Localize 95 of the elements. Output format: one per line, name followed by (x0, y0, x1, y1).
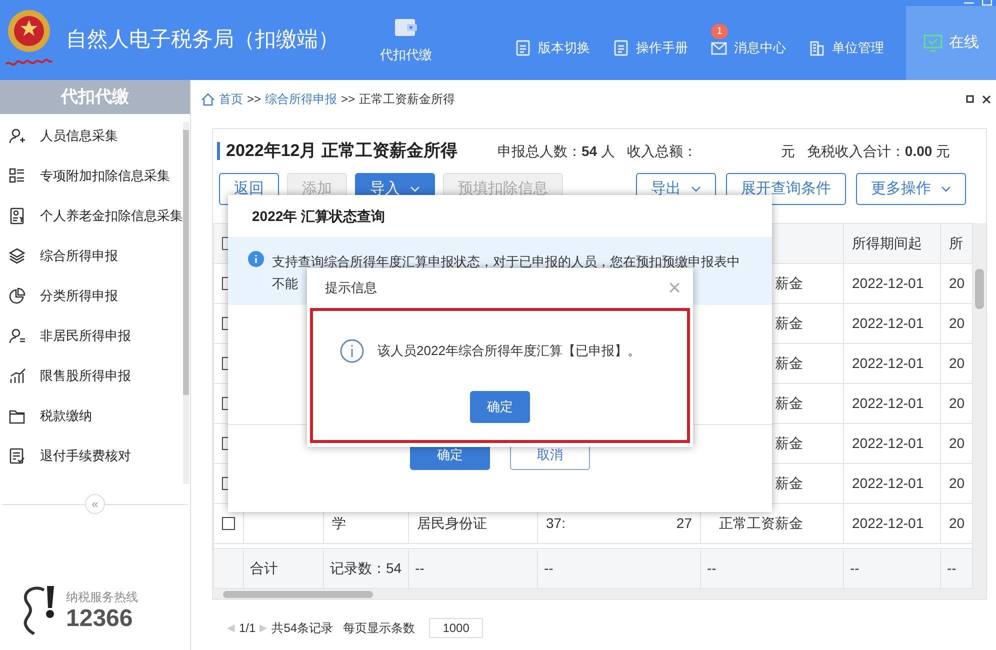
column-header: 所得期间起 (852, 235, 922, 251)
close-button[interactable]: × (668, 277, 681, 299)
document-icon (612, 39, 630, 57)
breadcrumb-text: >> (341, 91, 356, 108)
table-cell: 2022-12-01 (852, 315, 924, 331)
sidebar-item[interactable]: 分类所得申报 (0, 276, 183, 316)
close-icon[interactable] (982, 94, 991, 104)
confirm-button[interactable]: 确定 (470, 391, 530, 423)
sidebar-item[interactable]: 限售股所得申报 (0, 356, 183, 396)
table-cell: 薪金 (775, 275, 803, 291)
total-cell: -- (707, 560, 716, 576)
breadcrumb-link[interactable]: 首页 (219, 90, 243, 108)
table-cell: 薪金 (775, 355, 803, 371)
header-action[interactable]: 单位管理 (808, 38, 884, 58)
sidebar-item[interactable]: 人员信息采集 (0, 116, 183, 156)
total-cell: -- (415, 560, 424, 576)
table-cell: 学 (332, 515, 346, 531)
table-cell: 薪金 (775, 475, 803, 491)
page-indicator: 1/1 (239, 620, 256, 637)
info-icon (248, 251, 264, 267)
table-cell: 居民身份证 (417, 515, 487, 531)
restore-icon[interactable] (966, 95, 974, 103)
header-action[interactable]: 消息中心 (710, 38, 786, 58)
income-label: 收入总额： (626, 142, 697, 160)
table-cell: 2022-12-01 (852, 275, 924, 291)
tax-free-total: 免税收入合计：0.00 元 (806, 142, 950, 160)
table-cell: 正常工资薪金 (719, 515, 803, 531)
table-cell: 薪金 (775, 435, 803, 451)
pie-chart-icon (8, 287, 26, 305)
table-cell: 薪金 (775, 315, 803, 331)
dialog-title: 提示信息 (325, 279, 377, 298)
app-title: 自然人电子税务局（扣缴端） (66, 27, 339, 54)
total-cell: 合计 (250, 560, 278, 576)
monitor-check-icon (923, 34, 943, 52)
dialog-title: 2022年 汇算状态查询 (252, 206, 386, 226)
table-cell: 2022-12-01 (852, 355, 924, 371)
breadcrumb-link[interactable]: 综合所得申报 (265, 90, 338, 108)
breadcrumb-text: 正常工资薪金所得 (359, 91, 456, 108)
table-cell: 20 (949, 475, 965, 491)
home-icon[interactable] (201, 92, 215, 106)
collapse-button[interactable]: « (85, 494, 105, 514)
total-people: 申报总人数：54 人 (497, 142, 615, 160)
sidebar-item[interactable]: 非居民所得申报 (0, 316, 183, 356)
checklist-icon (8, 447, 26, 465)
record-count: 共54条记录 (272, 620, 334, 637)
bar-chart-icon (8, 367, 26, 385)
info-text: 不能 (272, 275, 298, 293)
table-cell: 20 (949, 315, 965, 331)
table-cell: 2022-12-01 (852, 475, 924, 491)
online-status[interactable]: 在线 (906, 6, 996, 80)
total-cell: -- (850, 560, 860, 576)
sidebar-item[interactable]: 退付手续费核对 (0, 436, 183, 476)
info-icon (340, 339, 364, 363)
document-icon (514, 39, 532, 57)
table-cell: 20 (949, 355, 965, 371)
table-cell: 薪金 (775, 395, 803, 411)
table-cell: 2022-12-01 (852, 515, 924, 531)
sidebar-item[interactable]: 个人养老金扣除信息采集 (0, 196, 183, 236)
sidebar-item[interactable]: 税款缴纳 (0, 396, 183, 436)
sidebar-item[interactable]: 专项附加扣除信息采集 (0, 156, 183, 196)
total-cell: 记录数：54 (330, 560, 402, 576)
toolbar-button[interactable]: 更多操作 (856, 173, 966, 205)
table-cell: 20 (949, 515, 965, 531)
layers-icon (8, 247, 26, 265)
message-text: 该人员2022年综合所得年度汇算【已申报】。 (378, 342, 640, 360)
table-cell: 20 (949, 395, 965, 411)
user-list-icon (8, 327, 26, 345)
table-cell: 2022-12-01 (852, 395, 924, 411)
header-action[interactable]: 版本切换 (514, 38, 590, 58)
row-checkbox[interactable] (222, 517, 235, 530)
hotline-number: 12366 (66, 606, 134, 632)
list-icon (8, 167, 26, 185)
total-cell: -- (947, 560, 956, 576)
sidebar-item[interactable]: 综合所得申报 (0, 236, 183, 276)
column-header: 所 (949, 235, 963, 251)
table-cell: 2022-12-01 (852, 435, 924, 451)
info-text: 支持查询综合所得年度汇算申报状态，对于已申报的人员，您在预扣预缴申报表中 (272, 253, 740, 271)
user-plus-icon (8, 127, 26, 145)
header-action[interactable]: 操作手册 (612, 38, 688, 58)
table-cell: 20 (949, 275, 965, 291)
table-cell-text: 27 (676, 514, 692, 533)
sidebar-title: 代扣代缴 (0, 80, 190, 114)
summary-title: 2022年12月 正常工资薪金所得 (226, 140, 458, 162)
table-cell-text: 37: (546, 514, 566, 533)
id-card-icon (8, 207, 26, 225)
per-page-label: 每页显示条数 (343, 620, 416, 637)
notification-badge: 1 (711, 24, 728, 40)
income-unit: 元 (780, 142, 795, 160)
hotline-label: 纳税服务热线 (66, 589, 138, 606)
per-page-field[interactable]: 1000 (429, 618, 484, 638)
total-cell: -- (544, 560, 554, 576)
building-icon (808, 39, 826, 57)
table-cell: 20 (949, 435, 965, 451)
module-tab[interactable]: 代扣代缴 (371, 15, 441, 65)
breadcrumb-text: >> (247, 91, 262, 108)
